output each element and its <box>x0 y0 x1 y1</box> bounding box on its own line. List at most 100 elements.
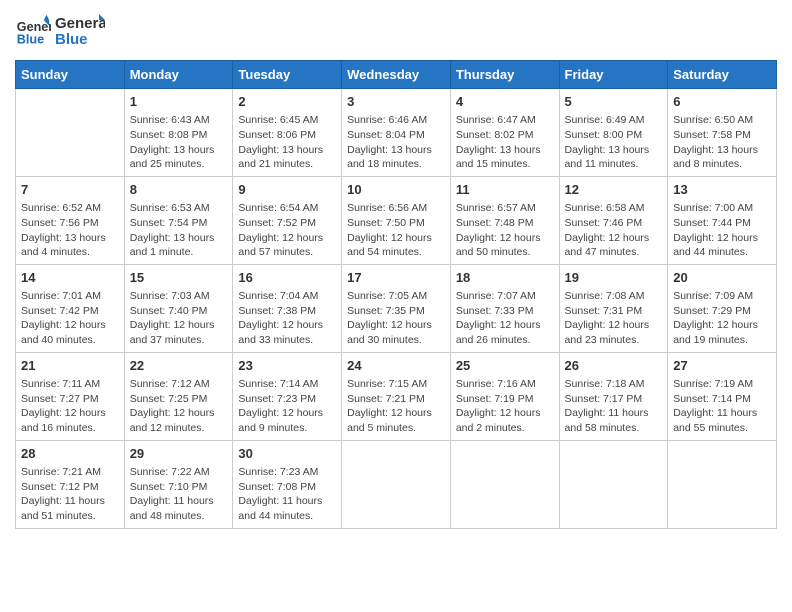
day-number: 28 <box>21 445 119 463</box>
week-row-4: 21 Sunrise: 7:11 AMSunset: 7:27 PMDayligh… <box>16 352 777 440</box>
day-header-wednesday: Wednesday <box>342 61 451 89</box>
calendar-cell: 2Sunrise: 6:45 AMSunset: 8:06 PMDaylight… <box>233 89 342 177</box>
calendar-cell <box>450 440 559 528</box>
day-header-sunday: Sunday <box>16 61 125 89</box>
calendar-cell: 23 Sunrise: 7:14 AMSunset: 7:23 PMDayligh… <box>233 352 342 440</box>
calendar-table: SundayMondayTuesdayWednesdayThursdayFrid… <box>15 60 777 529</box>
calendar-cell: 12 Sunrise: 6:58 AMSunset: 7:46 PMDayligh… <box>559 176 668 264</box>
day-info: Sunrise: 7:00 AMSunset: 7:44 PMDaylight:… <box>673 201 771 260</box>
day-number: 25 <box>456 357 554 375</box>
day-info: Sunrise: 6:45 AMSunset: 8:06 PMDaylight:… <box>238 113 336 172</box>
day-number: 21 <box>21 357 119 375</box>
day-number: 10 <box>347 181 445 199</box>
day-info: Sunrise: 6:49 AMSunset: 8:00 PMDaylight:… <box>565 113 663 172</box>
calendar-cell: 7Sunrise: 6:52 AMSunset: 7:56 PMDaylight… <box>16 176 125 264</box>
day-number: 5 <box>565 93 663 111</box>
calendar-cell: 19 Sunrise: 7:08 AMSunset: 7:31 PMDayligh… <box>559 264 668 352</box>
day-info: Sunrise: 7:15 AMSunset: 7:21 PMDaylight:… <box>347 377 445 436</box>
calendar-cell: 22 Sunrise: 7:12 AMSunset: 7:25 PMDayligh… <box>124 352 233 440</box>
calendar-cell: 14 Sunrise: 7:01 AMSunset: 7:42 PMDayligh… <box>16 264 125 352</box>
calendar-cell: 30Sunrise: 7:23 AMSunset: 7:08 PMDayligh… <box>233 440 342 528</box>
calendar-cell: 25 Sunrise: 7:16 AMSunset: 7:19 PMDayligh… <box>450 352 559 440</box>
day-info: Sunrise: 7:07 AMSunset: 7:33 PMDaylight:… <box>456 289 554 348</box>
day-number: 18 <box>456 269 554 287</box>
day-number: 24 <box>347 357 445 375</box>
day-number: 26 <box>565 357 663 375</box>
day-info: Sunrise: 6:50 AMSunset: 7:58 PMDaylight:… <box>673 113 771 172</box>
day-info: Sunrise: 7:12 AMSunset: 7:25 PMDaylight:… <box>130 377 228 436</box>
day-header-monday: Monday <box>124 61 233 89</box>
calendar-cell: 21 Sunrise: 7:11 AMSunset: 7:27 PMDayligh… <box>16 352 125 440</box>
day-number: 6 <box>673 93 771 111</box>
day-header-tuesday: Tuesday <box>233 61 342 89</box>
calendar-cell: 1 Sunrise: 6:43 AMSunset: 8:08 PMDaylight… <box>124 89 233 177</box>
day-number: 22 <box>130 357 228 375</box>
calendar-cell: 16Sunrise: 7:04 AMSunset: 7:38 PMDayligh… <box>233 264 342 352</box>
calendar-header: SundayMondayTuesdayWednesdayThursdayFrid… <box>16 61 777 89</box>
calendar-cell <box>342 440 451 528</box>
logo-icon: General Blue <box>15 13 51 49</box>
calendar-cell: 5 Sunrise: 6:49 AMSunset: 8:00 PMDaylight… <box>559 89 668 177</box>
calendar-cell: 11 Sunrise: 6:57 AMSunset: 7:48 PMDayligh… <box>450 176 559 264</box>
day-info: Sunrise: 6:54 AMSunset: 7:52 PMDaylight:… <box>238 201 336 260</box>
day-number: 15 <box>130 269 228 287</box>
week-row-2: 7Sunrise: 6:52 AMSunset: 7:56 PMDaylight… <box>16 176 777 264</box>
day-number: 1 <box>130 93 228 111</box>
day-info: Sunrise: 7:03 AMSunset: 7:40 PMDaylight:… <box>130 289 228 348</box>
calendar-cell <box>668 440 777 528</box>
day-number: 27 <box>673 357 771 375</box>
day-number: 4 <box>456 93 554 111</box>
day-info: Sunrise: 6:57 AMSunset: 7:48 PMDaylight:… <box>456 201 554 260</box>
day-info: Sunrise: 7:14 AMSunset: 7:23 PMDaylight:… <box>238 377 336 436</box>
calendar-body: 1 Sunrise: 6:43 AMSunset: 8:08 PMDaylight… <box>16 89 777 529</box>
day-header-saturday: Saturday <box>668 61 777 89</box>
day-info: Sunrise: 7:16 AMSunset: 7:19 PMDaylight:… <box>456 377 554 436</box>
svg-text:Blue: Blue <box>17 33 44 47</box>
day-info: Sunrise: 7:08 AMSunset: 7:31 PMDaylight:… <box>565 289 663 348</box>
calendar-cell: 15 Sunrise: 7:03 AMSunset: 7:40 PMDayligh… <box>124 264 233 352</box>
days-of-week-row: SundayMondayTuesdayWednesdayThursdayFrid… <box>16 61 777 89</box>
day-info: Sunrise: 7:05 AMSunset: 7:35 PMDaylight:… <box>347 289 445 348</box>
day-info: Sunrise: 6:58 AMSunset: 7:46 PMDaylight:… <box>565 201 663 260</box>
week-row-5: 28Sunrise: 7:21 AMSunset: 7:12 PMDayligh… <box>16 440 777 528</box>
day-number: 11 <box>456 181 554 199</box>
calendar-cell: 9 Sunrise: 6:54 AMSunset: 7:52 PMDaylight… <box>233 176 342 264</box>
day-info: Sunrise: 6:43 AMSunset: 8:08 PMDaylight:… <box>130 113 228 172</box>
calendar-cell: 17Sunrise: 7:05 AMSunset: 7:35 PMDayligh… <box>342 264 451 352</box>
day-info: Sunrise: 7:22 AMSunset: 7:10 PMDaylight:… <box>130 465 228 524</box>
day-number: 9 <box>238 181 336 199</box>
calendar-cell <box>559 440 668 528</box>
calendar-cell: 13 Sunrise: 7:00 AMSunset: 7:44 PMDayligh… <box>668 176 777 264</box>
calendar-cell: 4Sunrise: 6:47 AMSunset: 8:02 PMDaylight… <box>450 89 559 177</box>
day-number: 12 <box>565 181 663 199</box>
day-info: Sunrise: 7:18 AMSunset: 7:17 PMDaylight:… <box>565 377 663 436</box>
day-info: Sunrise: 7:11 AMSunset: 7:27 PMDaylight:… <box>21 377 119 436</box>
day-number: 14 <box>21 269 119 287</box>
day-number: 13 <box>673 181 771 199</box>
day-number: 23 <box>238 357 336 375</box>
day-number: 3 <box>347 93 445 111</box>
week-row-1: 1 Sunrise: 6:43 AMSunset: 8:08 PMDaylight… <box>16 89 777 177</box>
calendar-cell: 27 Sunrise: 7:19 AMSunset: 7:14 PMDayligh… <box>668 352 777 440</box>
day-info: Sunrise: 6:56 AMSunset: 7:50 PMDaylight:… <box>347 201 445 260</box>
day-info: Sunrise: 6:52 AMSunset: 7:56 PMDaylight:… <box>21 201 119 260</box>
calendar-cell: 18 Sunrise: 7:07 AMSunset: 7:33 PMDayligh… <box>450 264 559 352</box>
calendar-cell: 24 Sunrise: 7:15 AMSunset: 7:21 PMDayligh… <box>342 352 451 440</box>
calendar-cell: 10 Sunrise: 6:56 AMSunset: 7:50 PMDayligh… <box>342 176 451 264</box>
header: General Blue General Blue <box>15 10 777 52</box>
svg-text:Blue: Blue <box>55 31 88 48</box>
day-info: Sunrise: 7:01 AMSunset: 7:42 PMDaylight:… <box>21 289 119 348</box>
calendar-cell: 28Sunrise: 7:21 AMSunset: 7:12 PMDayligh… <box>16 440 125 528</box>
day-info: Sunrise: 7:19 AMSunset: 7:14 PMDaylight:… <box>673 377 771 436</box>
calendar-cell: 26 Sunrise: 7:18 AMSunset: 7:17 PMDayligh… <box>559 352 668 440</box>
calendar-cell <box>16 89 125 177</box>
week-row-3: 14 Sunrise: 7:01 AMSunset: 7:42 PMDayligh… <box>16 264 777 352</box>
day-info: Sunrise: 7:23 AMSunset: 7:08 PMDaylight:… <box>238 465 336 524</box>
day-header-thursday: Thursday <box>450 61 559 89</box>
day-number: 19 <box>565 269 663 287</box>
day-number: 29 <box>130 445 228 463</box>
day-info: Sunrise: 6:53 AMSunset: 7:54 PMDaylight:… <box>130 201 228 260</box>
calendar-cell: 6 Sunrise: 6:50 AMSunset: 7:58 PMDaylight… <box>668 89 777 177</box>
logo: General Blue General Blue <box>15 10 105 52</box>
day-number: 20 <box>673 269 771 287</box>
